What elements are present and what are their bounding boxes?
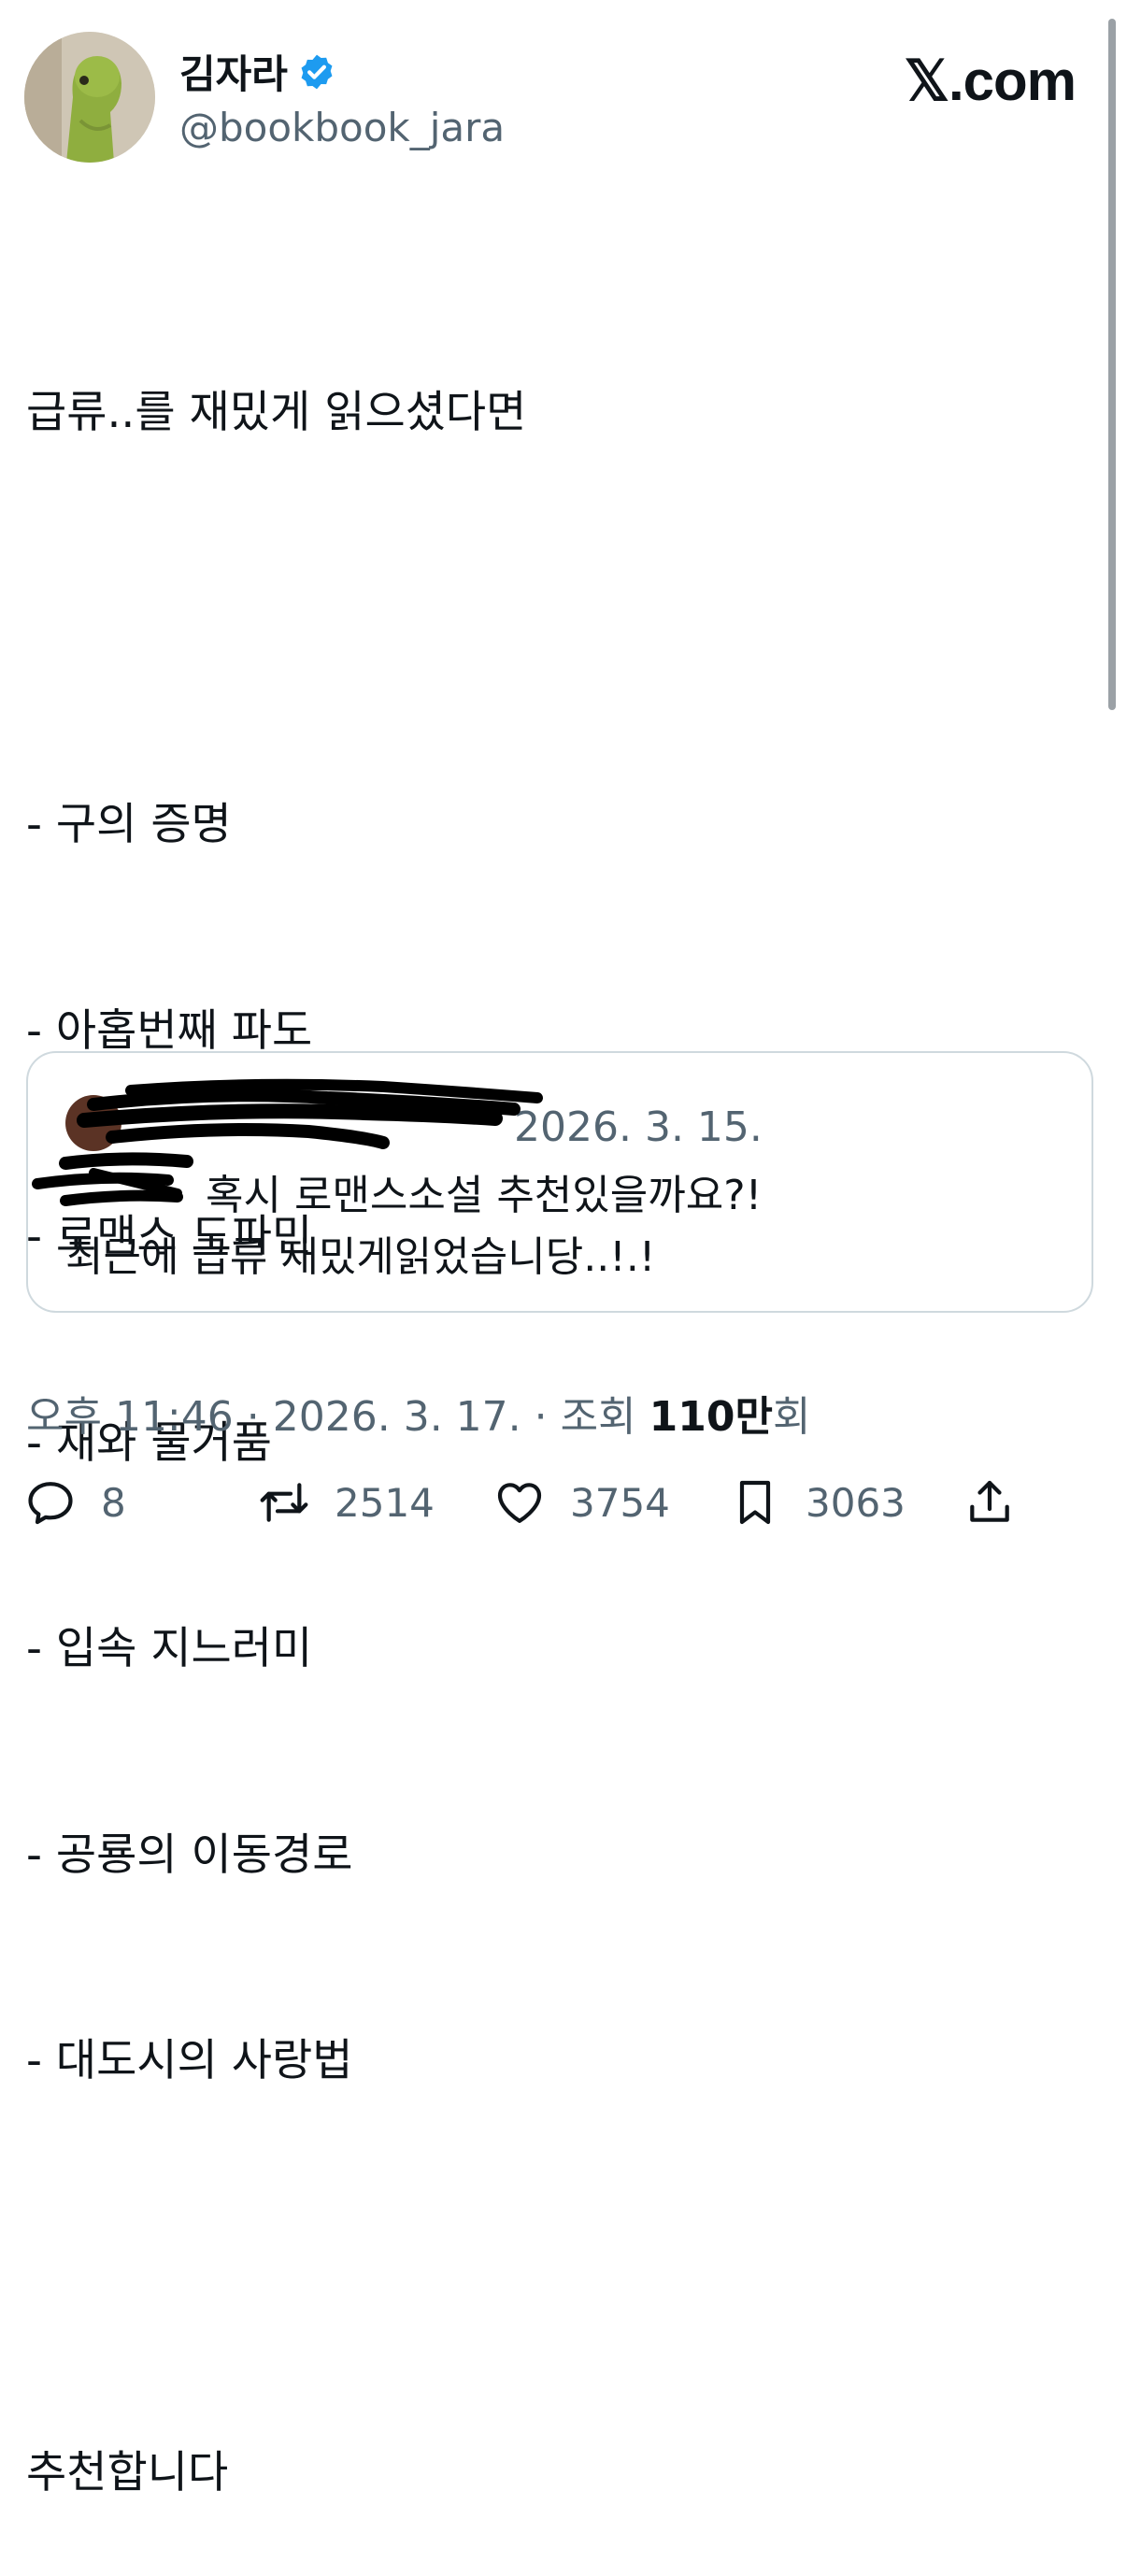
author-handle[interactable]: @bookbook_jara [179,105,505,150]
reply-icon [28,1482,73,1525]
quoted-tweet-card[interactable]: 2026. 3. 15. 혹시 로맨스소설 추천있을까요?! 최근에 급류 재밌… [26,1051,1093,1313]
bookmark-icon [739,1480,771,1525]
bookmark-button[interactable]: 3063 [729,1476,906,1529]
views-count: 110만 [649,1393,773,1441]
redaction-scribble [32,1078,543,1206]
share-icon [970,1480,1009,1522]
reply-count: 8 [101,1479,126,1526]
tweet-line: 급류..를 재밌게 읽으셨다면 [26,387,527,438]
scrollbar[interactable] [1108,19,1116,710]
tweet-line: - 구의 증명 [26,799,232,850]
tweet-line: - 대도시의 사랑법 [26,2035,353,2086]
heart-icon [497,1483,542,1523]
views-label: 조회 [560,1393,636,1441]
like-button[interactable]: 3754 [493,1476,670,1529]
tweet-meta: 오후 11:46 · 2026. 3. 17. · 조회 110만회 [26,1383,810,1443]
retweet-count: 2514 [335,1479,435,1526]
views-suffix: 회 [772,1393,811,1441]
x-com-logo: 𝕏.com [904,50,1077,112]
like-count: 3754 [570,1479,670,1526]
verified-badge-icon [301,54,333,89]
author-avatar[interactable] [24,32,155,163]
author-name[interactable]: 김자라 [179,43,288,100]
bookmark-count: 3063 [806,1479,906,1526]
meta-separator: · [534,1393,548,1441]
author-name-row[interactable]: 김자라 [179,43,336,100]
tweet-line [26,585,1073,654]
tweet-line: - 입속 지느러미 [26,1623,313,1674]
share-button[interactable] [963,1476,1016,1529]
reply-button[interactable]: 8 [24,1476,126,1529]
tweet-line: - 공룡의 이동경로 [26,1829,353,1881]
tweet-date[interactable]: 2026. 3. 17. [273,1393,521,1441]
tweet-time[interactable]: 오후 11:46 [26,1393,234,1441]
action-bar: 8 2514 3754 3063 [24,1476,1090,1542]
avatar-image [24,32,155,163]
retweet-button[interactable]: 2514 [258,1476,435,1529]
tweet-line [26,2233,1073,2302]
retweet-icon [260,1483,308,1522]
meta-separator: · [246,1393,260,1441]
tweet-line: 추천합니다 [26,2447,229,2498]
